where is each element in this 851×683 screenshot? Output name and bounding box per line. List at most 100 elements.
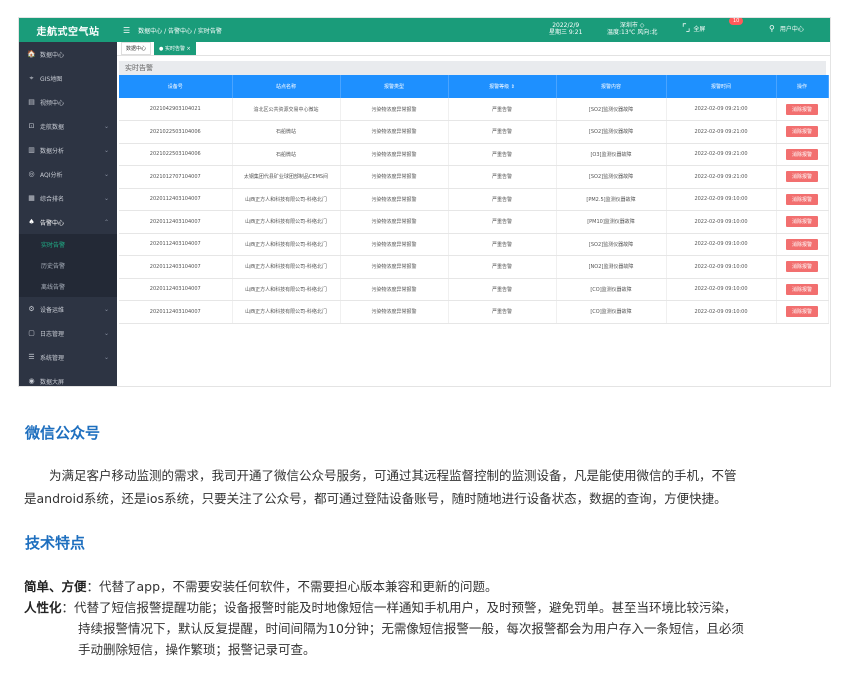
menu-icon: 🏠 [27, 50, 36, 58]
clear-alarm-button[interactable]: 消除报警 [785, 193, 818, 205]
column-header: 设备号 [119, 75, 233, 98]
table-cell: 2020112403104007 [119, 255, 233, 279]
clear-alarm-button[interactable]: 消除报警 [785, 126, 818, 138]
app-window: 走航式空气站 🏠 数据中心 ⌖ GIS地图 ▤ 视频中心 ⊡ 走航数据 ⌄ ▥ 数据分析 ⌄ ◎ AQI分… [18, 17, 831, 387]
fullscreen-button[interactable]: ⌜⌟ 全屏 [682, 23, 705, 34]
sidebar-item-label: 告警中心 [40, 219, 65, 227]
sidebar-item[interactable]: ▥ 数据分析 ⌄ [19, 138, 117, 162]
weather-display: 深圳市 ◇ 温度:13℃ 风向:北 [607, 22, 657, 36]
sidebar-item[interactable]: ▤ 视频中心 [19, 90, 117, 114]
table-cell: 2020112403104007 [119, 278, 233, 301]
action-cell: 消除报警 [776, 98, 829, 121]
sidebar-item-label: 数据中心 [40, 51, 65, 59]
table-cell: 严重告警 [448, 255, 557, 279]
city-text: 深圳市 ◇ [619, 22, 645, 29]
table-row: 2021022503104006 石船微站 污染物浓度异常报警 严重告警 [SO2]监测… [119, 120, 829, 144]
sidebar-item[interactable]: ♠ 告警中心 ⌃ [19, 210, 117, 234]
date-text: 2022/2/9 [552, 22, 580, 29]
sidebar-item-label: 视频中心 [40, 99, 65, 107]
column-header[interactable]: 报警等级 ⇕ [448, 75, 557, 98]
menu-icon: ▦ [28, 194, 35, 202]
table-cell: [SO2]监测仪器故障 [556, 233, 667, 256]
sidebar-item[interactable]: ⊡ 走航数据 ⌄ [19, 114, 117, 138]
sidebar-item-label: 系统管理 [40, 354, 65, 362]
sidebar-item[interactable]: ⌖ GIS地图 [19, 66, 117, 90]
sidebar-item[interactable]: ☰ 系统管理 ⌄ [19, 345, 117, 369]
menu-toggle-icon[interactable]: ☰ [123, 26, 130, 35]
table-cell: 严重告警 [448, 188, 557, 211]
feature-humanized-line-2: 持续报警情况下，默认反复提醒，时间间隔为10分钟；无需像短信报警一般，每次报警都… [78, 621, 744, 636]
table-cell: [NO2]监测仪器故障 [556, 255, 667, 279]
wechat-line-2: 是android系统，还是ios系统，只要关注了公众号，都可通过登陆设备账号，随… [24, 491, 727, 506]
table-cell: 污染物浓度异常报警 [340, 300, 449, 324]
feature-simple-text: ：代替了app，不需要安装任何软件，不需要担心版本兼容和更新的问题。 [86, 579, 498, 594]
sidebar-item[interactable]: ▢ 日志管理 ⌄ [19, 321, 117, 345]
tech-heading: 技术特点 [25, 534, 86, 552]
table-cell: [PM10]监测仪器故障 [556, 210, 667, 234]
submenu-item[interactable]: 历史告警 [19, 255, 117, 276]
table-cell: [CO]监测仪器故障 [556, 300, 667, 324]
menu-icon: ⌖ [29, 73, 34, 82]
menu-icon: ◉ [28, 377, 35, 385]
clear-alarm-button[interactable]: 消除报警 [785, 306, 818, 318]
submenu-item[interactable]: 离线告警 [19, 276, 117, 297]
sidebar-item[interactable]: ⚙ 设备运维 ⌄ [19, 297, 117, 321]
menu-icon: ☰ [28, 353, 35, 361]
table-cell: 污染物浓度异常报警 [340, 210, 449, 234]
clear-alarm-button[interactable]: 消除报警 [785, 171, 818, 183]
table-cell: [SO2]监测仪器故障 [556, 165, 667, 189]
column-header: 操作 [776, 75, 829, 98]
chevron-icon: ⌄ [103, 146, 109, 154]
clear-alarm-button[interactable]: 消除报警 [785, 283, 818, 295]
menu-icon: ⊡ [28, 122, 35, 130]
wechat-paragraph: 为满足客户移动监测的需求，我司开通了微信公众号服务，可通过其远程监督控制的监测设… [24, 464, 832, 510]
notification-badge[interactable]: 10 [729, 18, 744, 25]
table-cell: [SO2]监测仪器故障 [556, 120, 667, 144]
menu-icon: ▢ [28, 329, 35, 337]
clear-alarm-button[interactable]: 消除报警 [785, 261, 818, 273]
sidebar-item[interactable]: ▦ 综合排名 ⌄ [19, 186, 117, 210]
tab-realtime-alarm[interactable]: ● 实时告警 × [154, 42, 196, 55]
clear-alarm-button[interactable]: 消除报警 [785, 238, 818, 250]
sidebar-item[interactable]: ◎ AQI分析 ⌄ [19, 162, 117, 186]
chevron-icon: ⌄ [103, 329, 109, 337]
table-cell: 污染物浓度异常报警 [340, 143, 449, 166]
table-cell: 严重告警 [448, 210, 557, 234]
table-cell: [O3]监测仪器故障 [556, 143, 667, 166]
clear-alarm-button[interactable]: 消除报警 [785, 148, 818, 160]
table-cell: 2022-02-09 09:21:00 [666, 143, 777, 166]
chevron-icon: ⌄ [103, 353, 109, 361]
sidebar-item[interactable]: 🏠 数据中心 [19, 42, 117, 66]
table-cell: 2021022503104006 [119, 143, 233, 166]
action-cell: 消除报警 [776, 165, 829, 189]
clear-alarm-button[interactable]: 消除报警 [785, 103, 818, 115]
sidebar-item-label: 数据分析 [40, 147, 65, 155]
table-cell: 污染物浓度异常报警 [340, 278, 449, 301]
table-row: 2020112403104007 山西正方人和科技有限公司-科络北门 污染物浓度异常… [119, 233, 829, 256]
table-row: 2020112403104007 山西正方人和科技有限公司-科络北门 污染物浓度异常… [119, 300, 829, 324]
menu-icon: ▤ [28, 98, 35, 106]
clear-alarm-button[interactable]: 消除报警 [785, 216, 818, 228]
submenu-item[interactable]: 实时告警 [19, 234, 117, 255]
feature-simple: 简单、方便：代替了app，不需要安装任何软件，不需要担心版本兼容和更新的问题。 [24, 576, 832, 597]
user-center-label: 用户中心 [779, 26, 804, 33]
sidebar-item[interactable]: ◉ 数据大屏 [19, 369, 117, 386]
column-header: 站点名称 [232, 75, 341, 98]
feature-simple-label: 简单、方便 [24, 579, 87, 594]
table-row: 2020112403104007 山西正方人和科技有限公司-科络北门 污染物浓度异常… [119, 278, 829, 301]
tab-data-center[interactable]: 数据中心 [121, 42, 152, 55]
fullscreen-icon: ⌜⌟ [682, 23, 690, 34]
table-cell: 2020112403104007 [119, 210, 233, 234]
fullscreen-label: 全屏 [693, 26, 706, 33]
action-cell: 消除报警 [776, 120, 829, 144]
user-center-button[interactable]: ⚲ 用户中心 [769, 24, 804, 33]
table-row: 2021022503104006 石船微站 污染物浓度异常报警 严重告警 [O3]监测仪… [119, 143, 829, 166]
wechat-line-1: 为满足客户移动监测的需求，我司开通了微信公众号服务，可通过其远程监督控制的监测设… [24, 468, 737, 483]
table-cell: 2022-02-09 09:10:00 [666, 300, 777, 324]
table-cell: 污染物浓度异常报警 [340, 165, 449, 189]
main-content: 实时告警 设备号 站点名称 报警类型 报警等级 ⇕ 报警内容 报警时间 操作 2021042… [117, 56, 830, 386]
table-row: 2020112403104007 山西正方人和科技有限公司-科络北门 污染物浓度异常… [119, 188, 829, 211]
table-cell: 2022-02-09 09:10:00 [666, 278, 777, 301]
panel-title: 实时告警 [119, 61, 826, 75]
action-cell: 消除报警 [776, 143, 829, 166]
